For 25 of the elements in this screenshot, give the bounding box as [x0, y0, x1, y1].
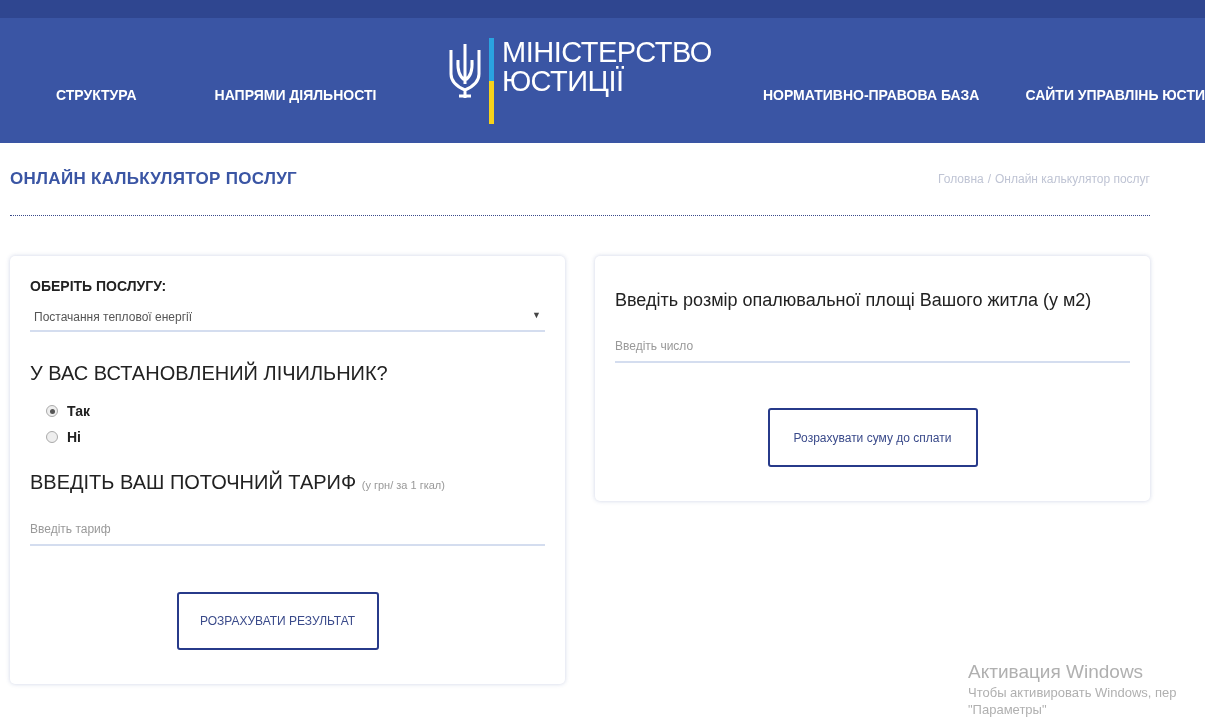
logo-text: ЮСТИЦІЇ: [502, 67, 625, 96]
calculate-button[interactable]: РОЗРАХУВАТИ РЕЗУЛЬТАТ: [176, 592, 379, 650]
nav-link[interactable]: НАПРЯМИ ДІЯЛЬНОСТІ: [214, 86, 377, 103]
activation-text: "Параметры": [968, 701, 1048, 718]
activation-title: Активация Windows: [968, 660, 1145, 684]
radio-button[interactable]: [46, 431, 58, 443]
nav-link[interactable]: СТРУКТУРА: [56, 86, 137, 103]
activation-text: Чтобы активировать Windows, пер: [968, 684, 1177, 701]
logo-text: МІНІСТЕРСТВО: [502, 38, 712, 67]
meter-question: У ВАС ВСТАНОВЛЕНИЙ ЛІЧИЛЬНИК?: [30, 362, 389, 385]
nav-link[interactable]: САЙТИ УПРАВЛІНЬ ЮСТИ: [1025, 86, 1205, 103]
page-title: ОНЛАЙН КАЛЬКУЛЯТОР ПОСЛУГ: [10, 169, 297, 189]
radio-label: Ні: [67, 429, 81, 445]
nav-link[interactable]: НОРМАТИВНО-ПРАВОВА БАЗА: [762, 86, 980, 103]
area-input[interactable]: Введіть число: [615, 319, 1130, 363]
area-label: Введіть розмір опалювальної площі Вашого житла (у м2): [615, 290, 1093, 311]
radio-label: Так: [67, 403, 90, 419]
service-label: ОБЕРІТЬ ПОСЛУГУ:: [30, 278, 168, 294]
service-select[interactable]: Постачання теплової енергії ▼: [30, 304, 545, 332]
breadcrumb-current-page: Онлайн калькулятор послуг: [995, 172, 1150, 186]
calculate-sum-button[interactable]: Розрахувати суму до сплати: [767, 408, 978, 467]
tariff-input[interactable]: Введіть тариф: [30, 502, 545, 546]
breadcrumb-separator: /: [987, 172, 992, 186]
tariff-heading: ВВЕДІТЬ ВАШ ПОТОЧНИЙ ТАРИФ (у грн/ за 1 гкал): [30, 471, 446, 494]
radio-button[interactable]: [46, 405, 58, 417]
